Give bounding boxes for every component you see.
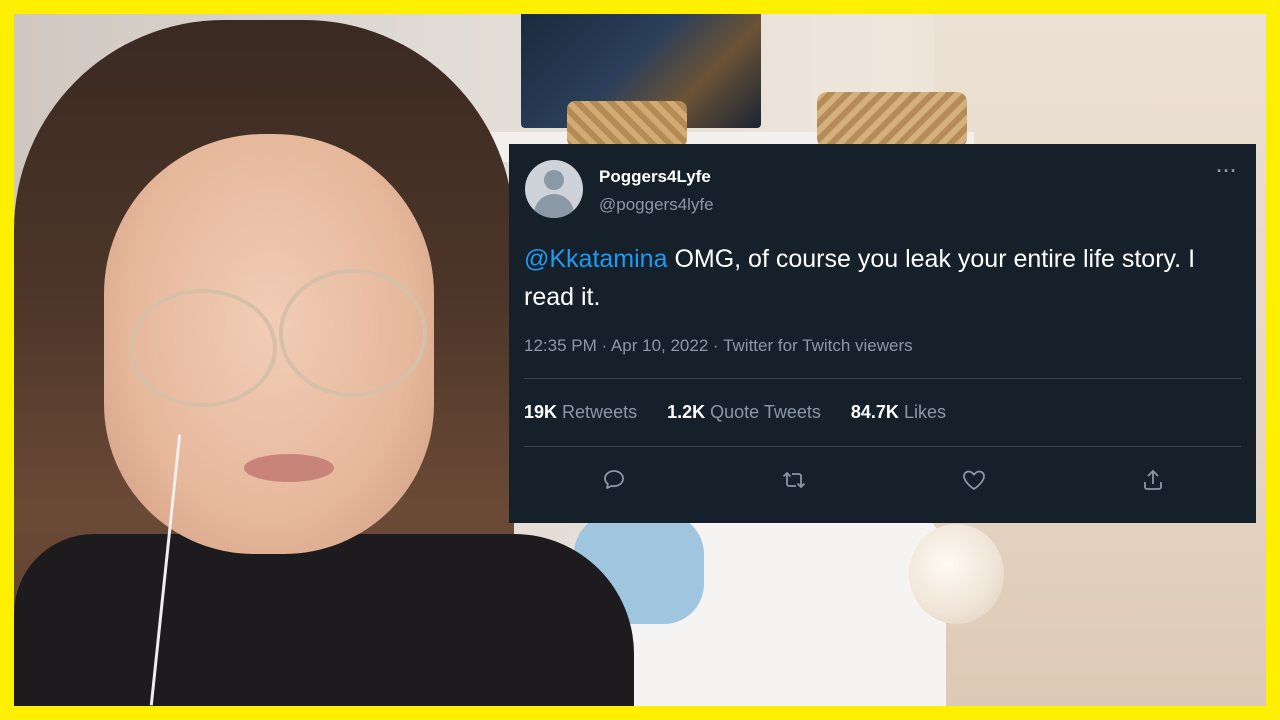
share-icon[interactable]: [1135, 462, 1171, 498]
retweets-stat[interactable]: 19K Retweets: [524, 402, 637, 423]
reply-icon[interactable]: [596, 462, 632, 498]
tweet-timestamp[interactable]: 12:35 PM · Apr 10, 2022 · Twitter for Tw…: [524, 336, 913, 356]
tweet-text: @Kkatamina OMG, of course you leak your …: [524, 240, 1224, 316]
divider: [524, 446, 1241, 447]
glasses-lens-right: [279, 269, 427, 397]
streamer-shirt: [14, 534, 634, 706]
divider: [524, 378, 1241, 379]
default-avatar-icon: [544, 170, 564, 190]
avatar[interactable]: [525, 160, 583, 218]
fluffy-decoration: [909, 524, 1004, 624]
display-name[interactable]: Poggers4Lyfe: [599, 167, 711, 187]
tweet-card: Poggers4Lyfe @poggers4lyfe ··· @Kkatamin…: [509, 144, 1256, 523]
yellow-frame: Poggers4Lyfe @poggers4lyfe ··· @Kkatamin…: [0, 0, 1280, 720]
retweet-icon[interactable]: [776, 462, 812, 498]
streamer-lips: [244, 454, 334, 482]
likes-stat[interactable]: 84.7K Likes: [851, 402, 946, 423]
tweet-actions: [524, 462, 1241, 498]
user-handle[interactable]: @poggers4lyfe: [599, 195, 714, 215]
like-icon[interactable]: [956, 462, 992, 498]
mention-link[interactable]: @Kkatamina: [524, 245, 668, 273]
woven-basket: [817, 92, 967, 148]
tweet-stats: 19K Retweets 1.2K Quote Tweets 84.7K Lik…: [524, 402, 946, 423]
quote-tweets-stat[interactable]: 1.2K Quote Tweets: [667, 402, 821, 423]
glasses-lens-left: [129, 289, 277, 407]
woven-basket: [567, 101, 687, 147]
more-options-icon[interactable]: ···: [1213, 162, 1241, 180]
